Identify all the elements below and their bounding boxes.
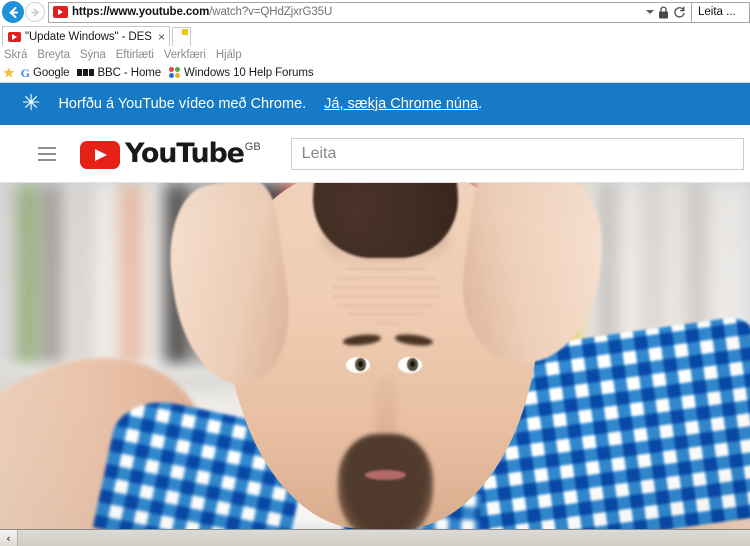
mouth bbox=[365, 470, 407, 480]
favorite-bbc-home[interactable]: BBC - Home bbox=[77, 67, 161, 79]
promo-link-wrap: Já, sækja Chrome núna. bbox=[324, 95, 482, 113]
chevron-down-icon[interactable] bbox=[646, 10, 654, 14]
menu-bar: Skrá Breyta Sýna Eftirlæti Verkfæri Hjál… bbox=[0, 46, 750, 63]
hamburger-line bbox=[38, 152, 56, 155]
right-eye bbox=[398, 356, 422, 373]
iris bbox=[355, 357, 367, 372]
stressed-man-photo bbox=[0, 183, 750, 529]
page-content bbox=[0, 183, 750, 529]
address-bar-icons bbox=[643, 5, 691, 19]
youtube-logo[interactable]: YouTube GB bbox=[80, 137, 261, 169]
browser-tab[interactable]: "Update Windows" - DESPA... × bbox=[2, 26, 170, 46]
asterisk-icon: ✳ bbox=[22, 91, 41, 116]
site-favicon-youtube bbox=[53, 6, 68, 18]
forehead-wrinkles bbox=[332, 257, 440, 324]
star-icon[interactable]: ★ bbox=[3, 66, 15, 79]
horizontal-scrollbar[interactable]: ‹ bbox=[0, 529, 750, 546]
bbc-blocks-icon bbox=[77, 69, 95, 76]
scrollbar-track[interactable] bbox=[18, 530, 750, 546]
close-icon[interactable]: × bbox=[158, 31, 165, 43]
new-tab-button[interactable] bbox=[172, 27, 191, 46]
tab-strip: "Update Windows" - DESPA... × bbox=[0, 24, 750, 46]
youtube-wordmark: YouTube bbox=[125, 137, 245, 169]
youtube-header: YouTube GB Leita bbox=[0, 125, 750, 183]
refresh-icon[interactable] bbox=[673, 6, 686, 19]
promo-message: Horfðu á YouTube vídeo með Chrome. bbox=[58, 96, 307, 112]
forward-button[interactable] bbox=[25, 2, 45, 22]
menu-item-tools[interactable]: Verkfæri bbox=[164, 49, 206, 61]
youtube-play-icon bbox=[80, 140, 120, 169]
chrome-promo-banner: ✳ Horfðu á YouTube vídeo með Chrome. Já,… bbox=[0, 83, 750, 125]
back-arrow-icon bbox=[9, 6, 18, 18]
url-scheme: https://www.youtube.com bbox=[72, 6, 210, 18]
youtube-search-input[interactable]: Leita bbox=[290, 137, 744, 170]
browser-navigation-bar: https://www.youtube.com/watch?v=QHdZjxrG… bbox=[0, 0, 750, 24]
browser-search-box[interactable]: Leita ... bbox=[692, 1, 750, 23]
tab-title: "Update Windows" - DESPA... bbox=[25, 30, 152, 43]
menu-item-view[interactable]: Sýna bbox=[80, 49, 106, 61]
address-bar[interactable]: https://www.youtube.com/watch?v=QHdZjxrG… bbox=[48, 1, 692, 23]
favorites-bar: ★ G Google BBC - Home Windows 10 Help Fo… bbox=[0, 63, 750, 83]
browser-window: https://www.youtube.com/watch?v=QHdZjxrG… bbox=[0, 0, 750, 546]
promo-link-period: . bbox=[478, 96, 483, 112]
menu-item-edit[interactable]: Breyta bbox=[37, 49, 70, 61]
youtube-favicon bbox=[8, 31, 21, 42]
scroll-left-button[interactable]: ‹ bbox=[0, 530, 18, 546]
right-eyebrow bbox=[394, 332, 434, 347]
left-eye bbox=[346, 356, 370, 373]
menu-item-favorites[interactable]: Eftirlæti bbox=[116, 49, 154, 61]
url-path: /watch?v=QHdZjxrG35U bbox=[209, 6, 333, 18]
menu-item-file[interactable]: Skrá bbox=[4, 49, 27, 61]
youtube-country-code: GB bbox=[244, 140, 261, 153]
lock-icon[interactable] bbox=[658, 5, 669, 19]
menu-item-help[interactable]: Hjálp bbox=[216, 49, 242, 61]
left-eyebrow bbox=[342, 332, 382, 347]
favorite-label: Google bbox=[33, 66, 70, 79]
favorite-label: Windows 10 Help Forums bbox=[184, 66, 314, 79]
hair bbox=[313, 183, 459, 258]
beard bbox=[338, 433, 433, 529]
hamburger-icon[interactable] bbox=[38, 146, 56, 161]
download-chrome-link[interactable]: Já, sækja Chrome núna bbox=[324, 96, 478, 112]
hamburger-line bbox=[38, 146, 56, 149]
google-g-icon: G bbox=[20, 65, 30, 80]
favorite-label: BBC - Home bbox=[97, 66, 162, 79]
favorite-windows-10-help-forums[interactable]: Windows 10 Help Forums bbox=[169, 66, 314, 79]
windows-logo-icon bbox=[169, 66, 181, 79]
address-bar-url: https://www.youtube.com/watch?v=QHdZjxrG… bbox=[72, 6, 643, 18]
iris bbox=[407, 357, 419, 372]
forward-arrow-icon bbox=[30, 7, 39, 17]
favorite-google[interactable]: G Google bbox=[21, 67, 70, 79]
back-button[interactable] bbox=[2, 1, 24, 23]
hamburger-line bbox=[38, 158, 56, 161]
search-placeholder: Leita bbox=[301, 144, 337, 162]
